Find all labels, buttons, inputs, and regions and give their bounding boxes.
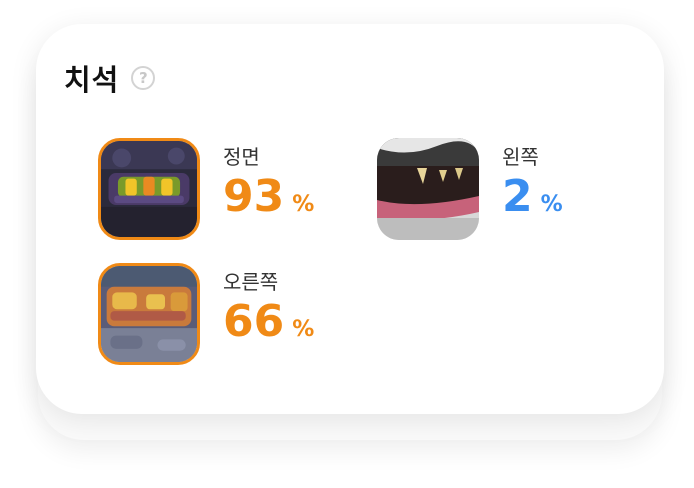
right-value-row: 66 % bbox=[223, 297, 314, 347]
front-label: 정면 bbox=[223, 145, 260, 169]
left-value-row: 2 % bbox=[502, 172, 563, 222]
page: 치석 ? 정면 93 % 왼쪽 2 % 오른쪽 66 % bbox=[0, 0, 694, 488]
right-percentage: 66 bbox=[223, 296, 285, 347]
left-percent-unit: % bbox=[540, 192, 563, 217]
help-icon[interactable]: ? bbox=[131, 66, 156, 90]
tartar-item-front: 정면 93 % bbox=[98, 138, 314, 240]
front-value-row: 93 % bbox=[223, 172, 314, 222]
card-title: 치석 bbox=[64, 63, 120, 97]
tartar-item-right: 오른쪽 66 % bbox=[98, 263, 314, 365]
right-teeth-photo[interactable] bbox=[98, 263, 200, 365]
right-percent-unit: % bbox=[292, 317, 315, 342]
front-teeth-photo[interactable] bbox=[98, 138, 200, 240]
tartar-item-left: 왼쪽 2 % bbox=[377, 138, 563, 240]
left-percentage: 2 bbox=[502, 171, 533, 222]
right-label: 오른쪽 bbox=[223, 270, 279, 294]
front-percent-unit: % bbox=[292, 192, 315, 217]
front-info: 정면 93 % bbox=[223, 144, 314, 222]
card-header: 치석 ? bbox=[64, 57, 156, 99]
left-teeth-photo[interactable] bbox=[377, 138, 479, 240]
left-label: 왼쪽 bbox=[502, 145, 539, 169]
left-info: 왼쪽 2 % bbox=[502, 144, 563, 222]
front-percentage: 93 bbox=[223, 171, 285, 222]
right-info: 오른쪽 66 % bbox=[223, 269, 314, 347]
